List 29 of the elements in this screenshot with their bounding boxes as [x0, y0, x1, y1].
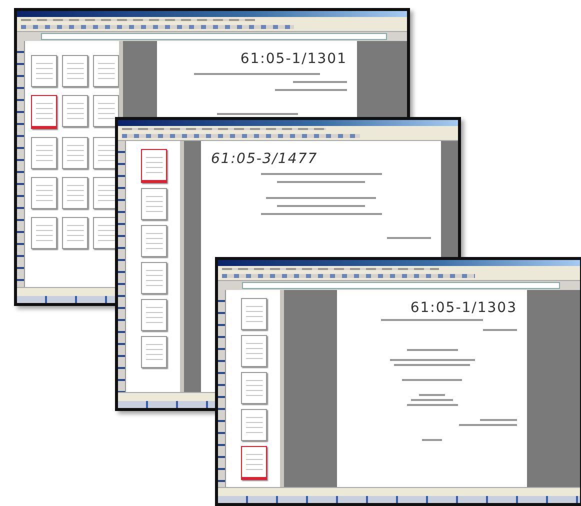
handwritten-number-label: 61:05-1/1301: [240, 51, 347, 67]
page-thumbnail[interactable]: [241, 372, 267, 404]
handwritten-number-label: 61:05-3/1477: [211, 151, 318, 167]
page-thumbnail[interactable]: [31, 217, 57, 249]
page-thumbnail[interactable]: [93, 95, 119, 127]
page-thumbnail[interactable]: [241, 409, 267, 441]
page-thumbnail[interactable]: [241, 446, 267, 480]
page-thumbnail[interactable]: [62, 55, 88, 87]
side-tabs[interactable]: [17, 41, 25, 287]
side-tabs[interactable]: [218, 290, 226, 487]
page-thumbnail[interactable]: [31, 95, 57, 129]
page-thumbnail[interactable]: [93, 55, 119, 87]
page-thumbnail[interactable]: [141, 225, 167, 257]
page-thumbnail[interactable]: [141, 262, 167, 294]
page-thumbnail[interactable]: [62, 177, 88, 209]
page-thumbnail[interactable]: [62, 137, 88, 169]
page-thumbnail[interactable]: [241, 298, 267, 330]
page-thumbnail[interactable]: [31, 177, 57, 209]
page-thumbnail[interactable]: [31, 137, 57, 169]
page-thumbnail[interactable]: [62, 217, 88, 249]
side-tabs[interactable]: [118, 141, 126, 392]
page-thumbnail[interactable]: [141, 336, 167, 368]
handwritten-number-label: 61:05-1/1303: [410, 300, 517, 316]
page-thumbnail[interactable]: [31, 55, 57, 87]
page-thumbnail[interactable]: [241, 335, 267, 367]
page-thumbnail[interactable]: [62, 95, 88, 127]
page-thumbnail[interactable]: [141, 188, 167, 220]
page-thumbnail[interactable]: [141, 299, 167, 331]
page-thumbnail[interactable]: [141, 149, 167, 183]
